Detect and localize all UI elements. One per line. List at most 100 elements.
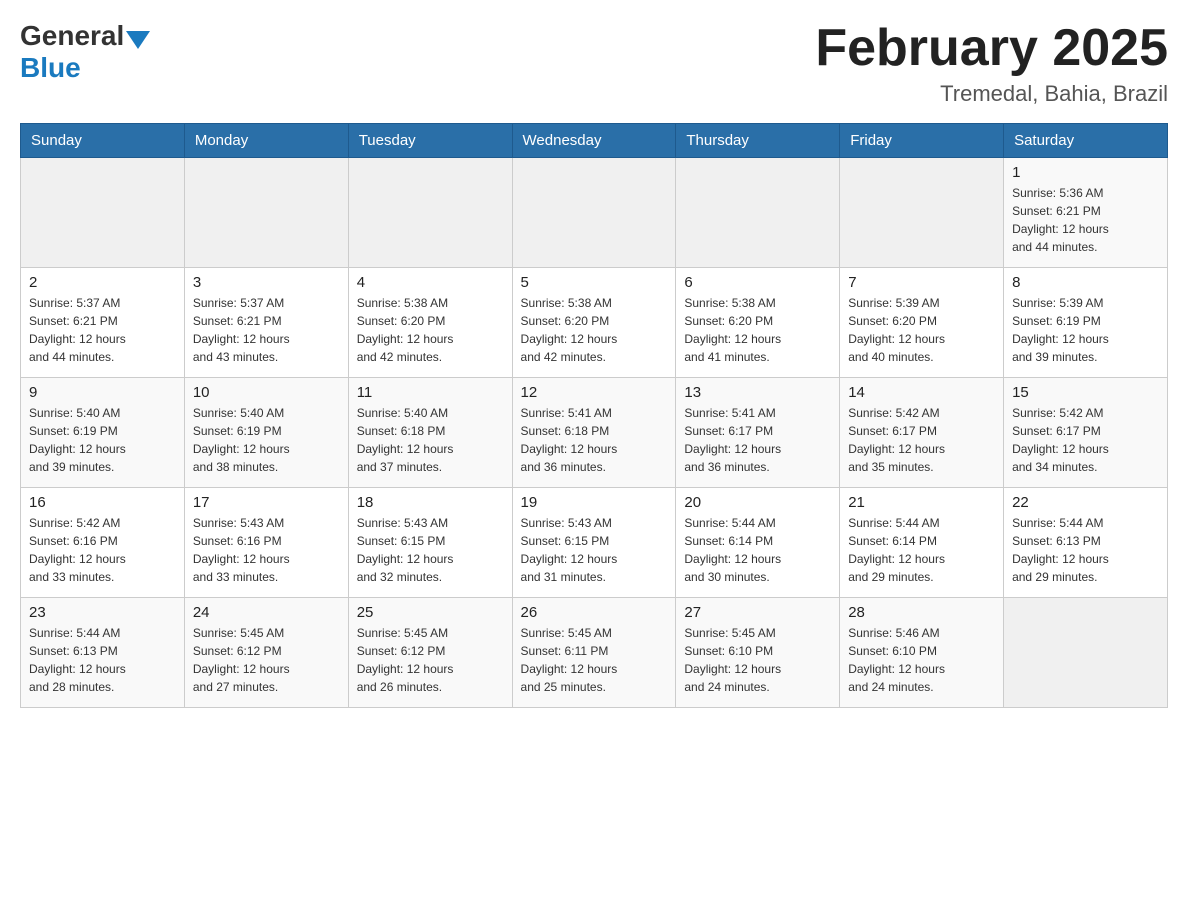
logo-text: General <box>20 20 150 52</box>
day-number: 16 <box>29 494 176 511</box>
day-number: 18 <box>357 494 504 511</box>
calendar-cell: 1Sunrise: 5:36 AMSunset: 6:21 PMDaylight… <box>1004 158 1168 268</box>
location-subtitle: Tremedal, Bahia, Brazil <box>815 81 1168 107</box>
calendar-week-5: 23 Sunrise: 5:44 AMSunset: 6:13 PMDayligh… <box>21 598 1168 708</box>
day-number: 23 <box>29 604 176 621</box>
day-number: 3 <box>193 274 340 291</box>
weekday-header-monday: Monday <box>184 124 348 158</box>
calendar-cell: 19 Sunrise: 5:43 AMSunset: 6:15 PMDayligh… <box>512 488 676 598</box>
weekday-header-tuesday: Tuesday <box>348 124 512 158</box>
calendar-cell: 4 Sunrise: 5:38 AMSunset: 6:20 PMDaylight… <box>348 268 512 378</box>
day-number: 12 <box>521 384 668 401</box>
calendar-cell <box>348 158 512 268</box>
day-number: 24 <box>193 604 340 621</box>
calendar-week-2: 2 Sunrise: 5:37 AMSunset: 6:21 PMDaylight… <box>21 268 1168 378</box>
day-number: 8 <box>1012 274 1159 291</box>
day-number: 15 <box>1012 384 1159 401</box>
calendar-cell: 2 Sunrise: 5:37 AMSunset: 6:21 PMDaylight… <box>21 268 185 378</box>
day-number: 17 <box>193 494 340 511</box>
calendar-cell: 7 Sunrise: 5:39 AMSunset: 6:20 PMDaylight… <box>840 268 1004 378</box>
day-info: Sunrise: 5:39 AMSunset: 6:19 PMDaylight:… <box>1012 294 1159 366</box>
day-number: 19 <box>521 494 668 511</box>
calendar-cell: 18 Sunrise: 5:43 AMSunset: 6:15 PMDayligh… <box>348 488 512 598</box>
day-info: Sunrise: 5:46 AMSunset: 6:10 PMDaylight:… <box>848 624 995 696</box>
calendar-cell: 10 Sunrise: 5:40 AMSunset: 6:19 PMDayligh… <box>184 378 348 488</box>
calendar-cell: 9Sunrise: 5:40 AMSunset: 6:19 PMDaylight… <box>21 378 185 488</box>
day-number: 7 <box>848 274 995 291</box>
calendar-cell: 6Sunrise: 5:38 AMSunset: 6:20 PMDaylight… <box>676 268 840 378</box>
calendar-cell: 20 Sunrise: 5:44 AMSunset: 6:14 PMDayligh… <box>676 488 840 598</box>
calendar-cell: 11Sunrise: 5:40 AMSunset: 6:18 PMDayligh… <box>348 378 512 488</box>
calendar-week-4: 16 Sunrise: 5:42 AMSunset: 6:16 PMDayligh… <box>21 488 1168 598</box>
day-number: 28 <box>848 604 995 621</box>
calendar-cell <box>840 158 1004 268</box>
calendar-cell: 26 Sunrise: 5:45 AMSunset: 6:11 PMDayligh… <box>512 598 676 708</box>
calendar-cell <box>1004 598 1168 708</box>
day-number: 6 <box>684 274 831 291</box>
calendar-cell: 22 Sunrise: 5:44 AMSunset: 6:13 PMDayligh… <box>1004 488 1168 598</box>
day-info: Sunrise: 5:37 AMSunset: 6:21 PMDaylight:… <box>29 294 176 366</box>
day-info: Sunrise: 5:43 AMSunset: 6:16 PMDaylight:… <box>193 514 340 586</box>
calendar-cell: 17 Sunrise: 5:43 AMSunset: 6:16 PMDayligh… <box>184 488 348 598</box>
day-info: Sunrise: 5:44 AMSunset: 6:13 PMDaylight:… <box>1012 514 1159 586</box>
logo: General Blue <box>20 20 150 84</box>
calendar-cell: 12 Sunrise: 5:41 AMSunset: 6:18 PMDayligh… <box>512 378 676 488</box>
day-number: 2 <box>29 274 176 291</box>
day-info: Sunrise: 5:41 AMSunset: 6:17 PMDaylight:… <box>684 404 831 476</box>
day-info: Sunrise: 5:37 AMSunset: 6:21 PMDaylight:… <box>193 294 340 366</box>
weekday-header-thursday: Thursday <box>676 124 840 158</box>
day-number: 22 <box>1012 494 1159 511</box>
day-info: Sunrise: 5:45 AMSunset: 6:12 PMDaylight:… <box>193 624 340 696</box>
day-info: Sunrise: 5:38 AMSunset: 6:20 PMDaylight:… <box>357 294 504 366</box>
calendar-cell: 14Sunrise: 5:42 AMSunset: 6:17 PMDayligh… <box>840 378 1004 488</box>
logo-blue-text: Blue <box>20 52 81 84</box>
calendar-cell: 23 Sunrise: 5:44 AMSunset: 6:13 PMDayligh… <box>21 598 185 708</box>
weekday-header-sunday: Sunday <box>21 124 185 158</box>
weekday-header-friday: Friday <box>840 124 1004 158</box>
day-info: Sunrise: 5:41 AMSunset: 6:18 PMDaylight:… <box>521 404 668 476</box>
day-info: Sunrise: 5:39 AMSunset: 6:20 PMDaylight:… <box>848 294 995 366</box>
day-info: Sunrise: 5:40 AMSunset: 6:19 PMDaylight:… <box>193 404 340 476</box>
day-number: 10 <box>193 384 340 401</box>
day-info: Sunrise: 5:43 AMSunset: 6:15 PMDaylight:… <box>357 514 504 586</box>
day-info: Sunrise: 5:44 AMSunset: 6:14 PMDaylight:… <box>684 514 831 586</box>
calendar-cell: 13 Sunrise: 5:41 AMSunset: 6:17 PMDayligh… <box>676 378 840 488</box>
day-number: 5 <box>521 274 668 291</box>
weekday-header-wednesday: Wednesday <box>512 124 676 158</box>
month-title: February 2025 <box>815 20 1168 77</box>
calendar-cell: 25Sunrise: 5:45 AMSunset: 6:12 PMDayligh… <box>348 598 512 708</box>
day-number: 26 <box>521 604 668 621</box>
day-number: 9 <box>29 384 176 401</box>
calendar-cell: 3 Sunrise: 5:37 AMSunset: 6:21 PMDaylight… <box>184 268 348 378</box>
calendar-cell <box>676 158 840 268</box>
day-info: Sunrise: 5:42 AMSunset: 6:16 PMDaylight:… <box>29 514 176 586</box>
day-info: Sunrise: 5:44 AMSunset: 6:13 PMDaylight:… <box>29 624 176 696</box>
day-info: Sunrise: 5:42 AMSunset: 6:17 PMDaylight:… <box>1012 404 1159 476</box>
calendar-cell: 15 Sunrise: 5:42 AMSunset: 6:17 PMDayligh… <box>1004 378 1168 488</box>
calendar-cell: 21Sunrise: 5:44 AMSunset: 6:14 PMDayligh… <box>840 488 1004 598</box>
day-info: Sunrise: 5:43 AMSunset: 6:15 PMDaylight:… <box>521 514 668 586</box>
calendar-table: SundayMondayTuesdayWednesdayThursdayFrid… <box>20 123 1168 708</box>
day-number: 4 <box>357 274 504 291</box>
calendar-week-1: 1Sunrise: 5:36 AMSunset: 6:21 PMDaylight… <box>21 158 1168 268</box>
logo-general-text: General <box>20 20 124 52</box>
day-info: Sunrise: 5:36 AMSunset: 6:21 PMDaylight:… <box>1012 184 1159 256</box>
day-info: Sunrise: 5:45 AMSunset: 6:12 PMDaylight:… <box>357 624 504 696</box>
calendar-cell: 8 Sunrise: 5:39 AMSunset: 6:19 PMDaylight… <box>1004 268 1168 378</box>
logo-triangle-icon <box>126 31 150 49</box>
weekday-header-saturday: Saturday <box>1004 124 1168 158</box>
calendar-cell: 28 Sunrise: 5:46 AMSunset: 6:10 PMDayligh… <box>840 598 1004 708</box>
day-info: Sunrise: 5:42 AMSunset: 6:17 PMDaylight:… <box>848 404 995 476</box>
calendar-cell: 27Sunrise: 5:45 AMSunset: 6:10 PMDayligh… <box>676 598 840 708</box>
day-info: Sunrise: 5:45 AMSunset: 6:11 PMDaylight:… <box>521 624 668 696</box>
day-number: 11 <box>357 384 504 401</box>
calendar-cell <box>21 158 185 268</box>
day-number: 21 <box>848 494 995 511</box>
day-number: 13 <box>684 384 831 401</box>
title-section: February 2025 Tremedal, Bahia, Brazil <box>815 20 1168 107</box>
calendar-cell: 24 Sunrise: 5:45 AMSunset: 6:12 PMDayligh… <box>184 598 348 708</box>
day-number: 20 <box>684 494 831 511</box>
day-info: Sunrise: 5:45 AMSunset: 6:10 PMDaylight:… <box>684 624 831 696</box>
calendar-cell <box>512 158 676 268</box>
page-header: General Blue February 2025 Tremedal, Bah… <box>20 20 1168 107</box>
